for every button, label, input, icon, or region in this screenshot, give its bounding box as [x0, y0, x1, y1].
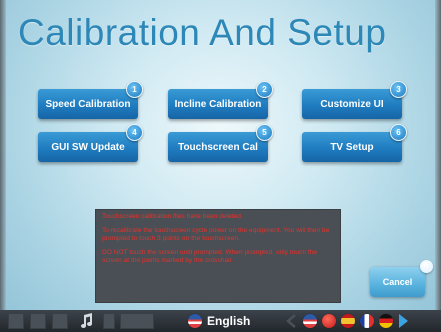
customize-ui-button[interactable]: Customize UI 3	[302, 81, 407, 119]
calibration-screen: Calibration And Setup Speed Calibration …	[0, 0, 441, 332]
language-label[interactable]: English	[207, 314, 250, 328]
window-icon[interactable]	[103, 313, 115, 329]
window-icon[interactable]	[8, 313, 24, 329]
germany-flag-icon[interactable]	[379, 314, 393, 328]
button-label: Touchscreen Cal	[178, 141, 258, 153]
tv-setup-button[interactable]: TV Setup 6	[302, 124, 407, 162]
badge-number: 6	[390, 124, 407, 141]
window-icon[interactable]	[52, 313, 68, 329]
arrow-left-icon[interactable]	[285, 313, 297, 329]
touchscreen-cal-button[interactable]: Touchscreen Cal 5	[168, 124, 273, 162]
cancel-label: Cancel	[382, 277, 413, 287]
page-title: Calibration And Setup	[18, 12, 387, 53]
calibration-message-box: Touchscreen calibration files have been …	[95, 209, 341, 303]
speed-calibration-button[interactable]: Speed Calibration 1	[38, 81, 143, 119]
button-label: GUI SW Update	[51, 141, 125, 153]
france-flag-icon[interactable]	[360, 314, 374, 328]
badge-number: 1	[126, 81, 143, 98]
incline-calibration-button[interactable]: Incline Calibration 2	[168, 81, 273, 119]
spain-flag-icon[interactable]	[341, 314, 355, 328]
bottom-taskbar: English	[0, 310, 441, 332]
gui-sw-update-button[interactable]: GUI SW Update 4	[38, 124, 143, 162]
cancel-button[interactable]: Cancel	[370, 267, 425, 297]
badge-number: 2	[256, 81, 273, 98]
button-label: Speed Calibration	[45, 98, 131, 110]
cancel-knob-icon	[420, 260, 433, 273]
screen-frame-left	[0, 0, 6, 310]
message-line: DO NOT touch the screen until prompted. …	[102, 249, 318, 264]
window-icon[interactable]	[30, 313, 46, 329]
us-flag-icon[interactable]	[188, 314, 202, 328]
red-flag-icon[interactable]	[322, 314, 336, 328]
us-flag-icon[interactable]	[303, 314, 317, 328]
message-line: To recalibrate the touchscreen cycle pow…	[102, 227, 330, 242]
badge-number: 4	[126, 124, 143, 141]
badge-number: 5	[256, 124, 273, 141]
button-label: Incline Calibration	[174, 98, 262, 110]
badge-number: 3	[390, 81, 407, 98]
message-line: Touchscreen calibration files have been …	[102, 213, 243, 220]
button-label: Customize UI	[320, 98, 384, 110]
arrow-right-icon[interactable]	[397, 313, 409, 329]
window-icon[interactable]	[120, 313, 154, 329]
button-label: TV Setup	[330, 141, 374, 153]
music-icon[interactable]	[77, 313, 97, 329]
